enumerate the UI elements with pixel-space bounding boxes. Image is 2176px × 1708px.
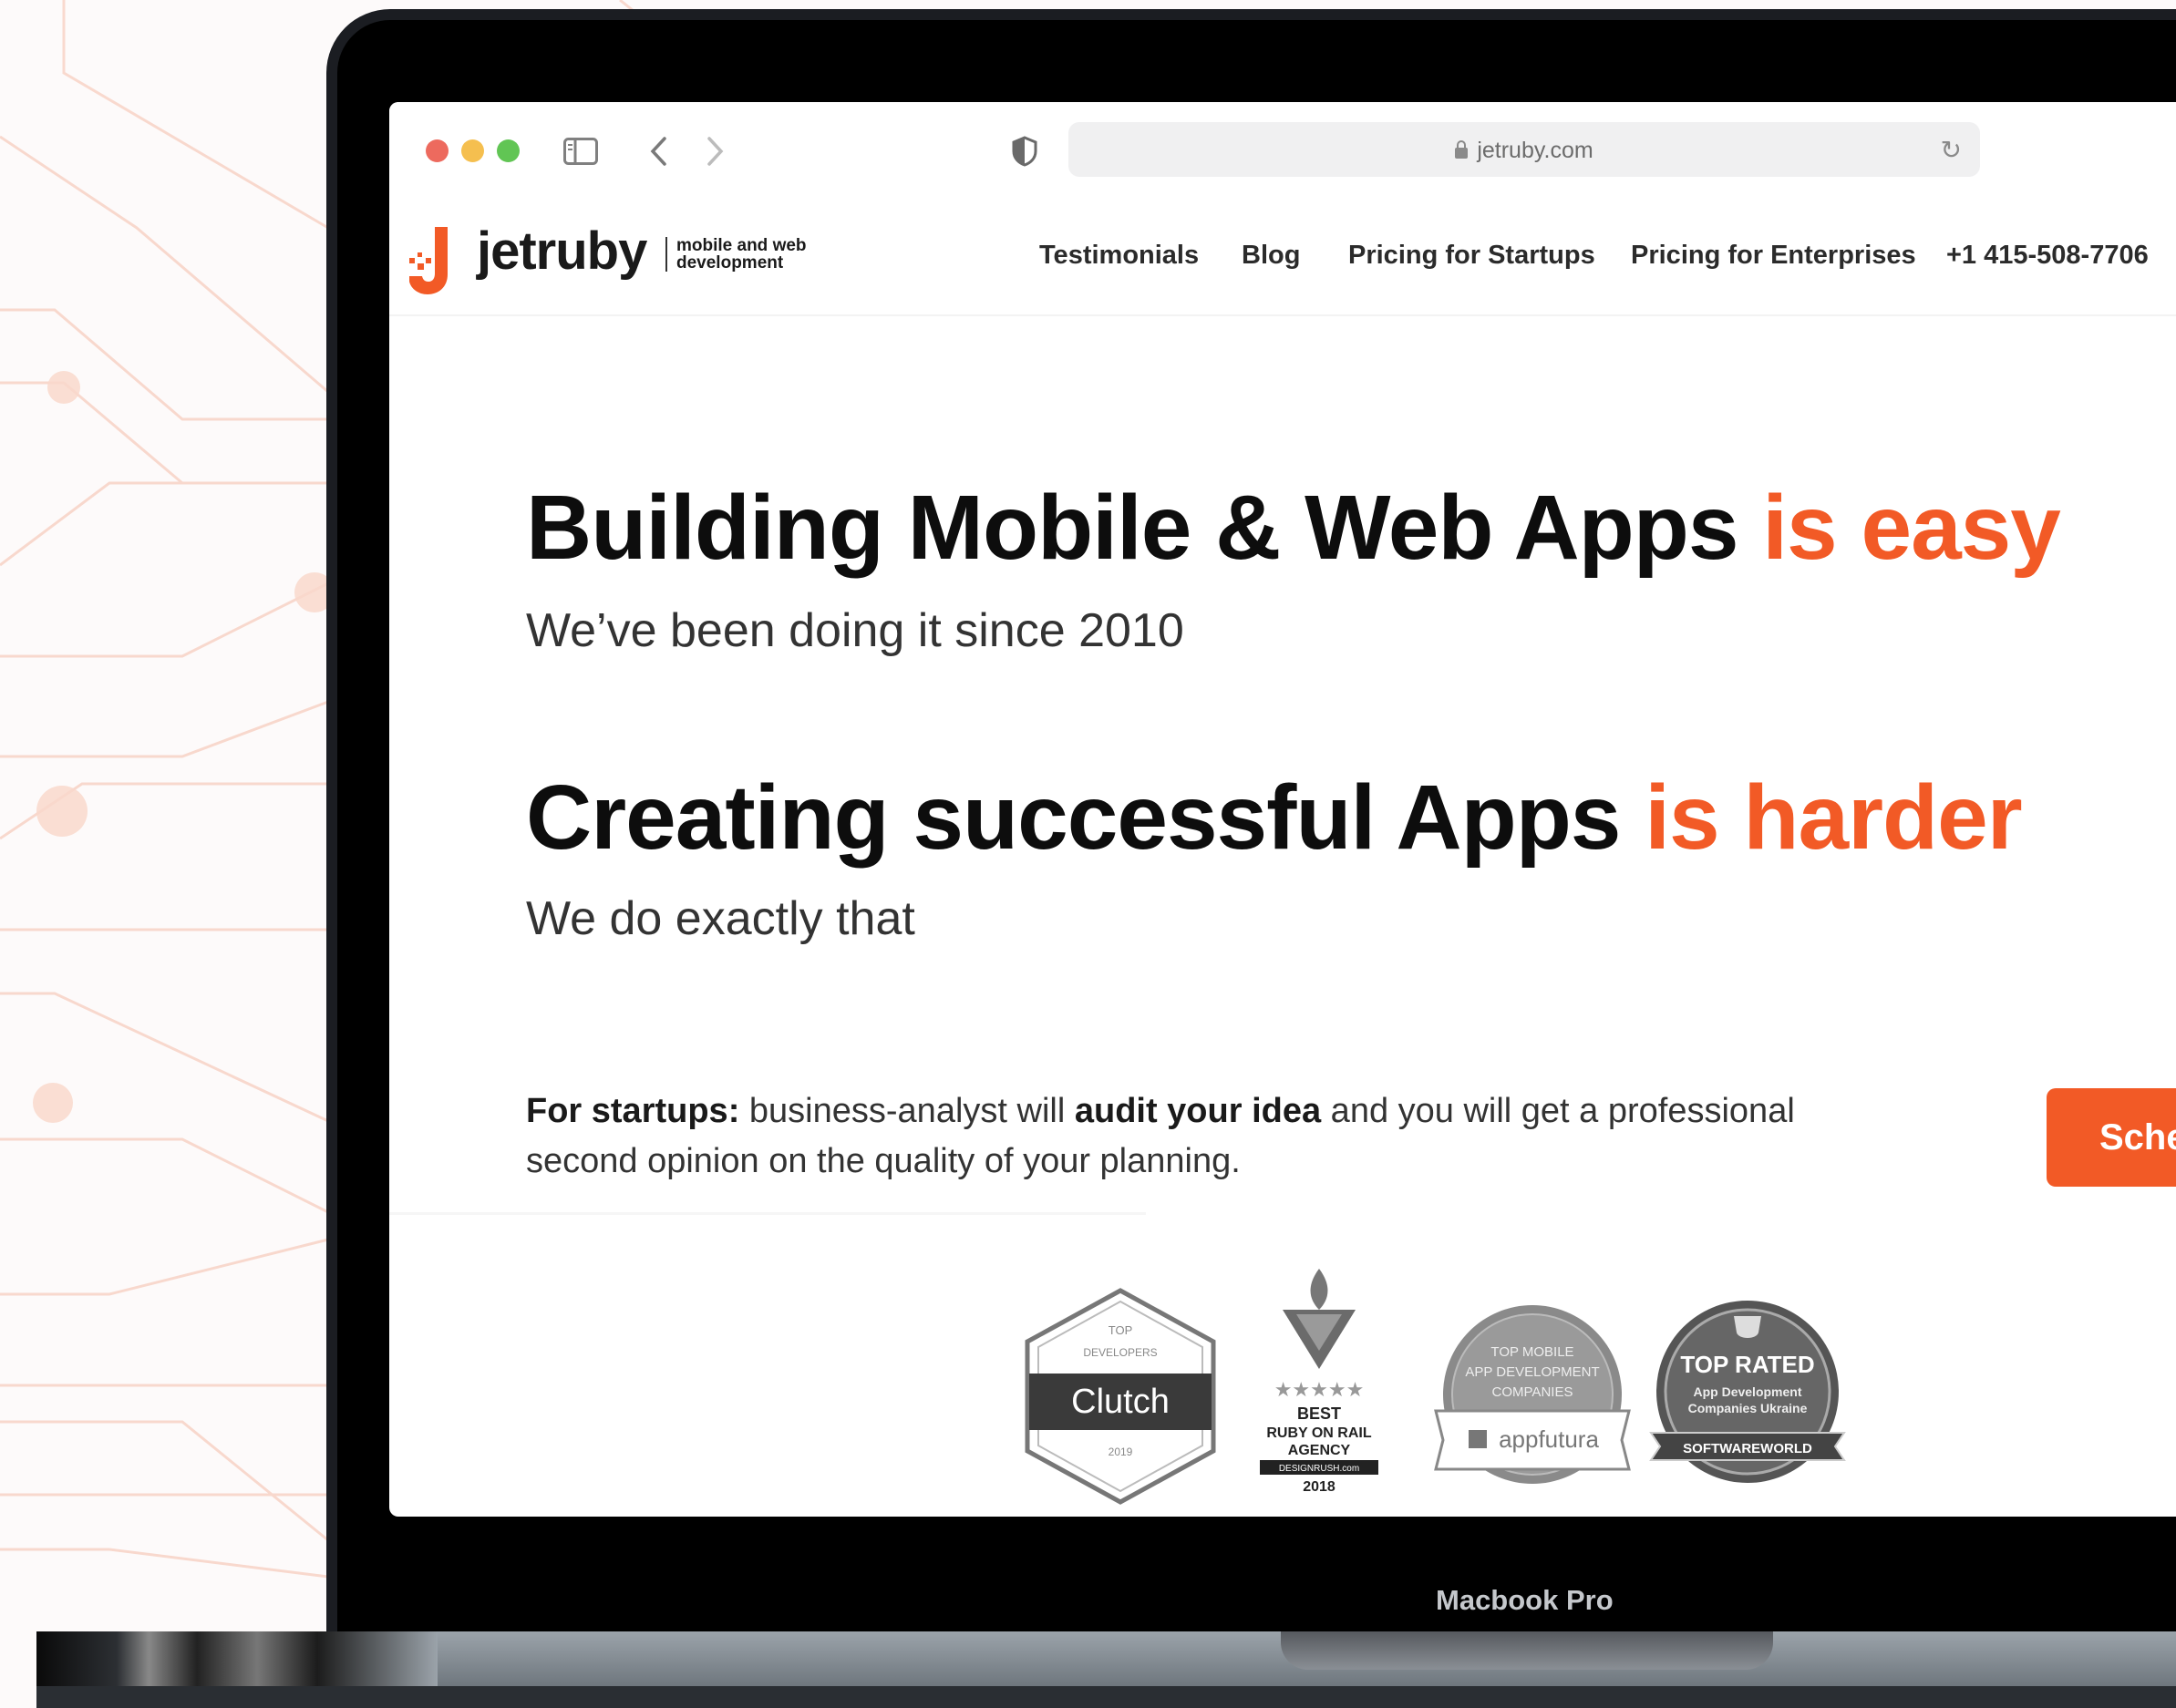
svg-text:TOP RATED: TOP RATED <box>1680 1351 1814 1378</box>
svg-text:Clutch: Clutch <box>1071 1383 1170 1421</box>
laptop-base-shadow <box>36 1686 2176 1708</box>
subheadline-since: We’ve been doing it since 2010 <box>526 604 1184 657</box>
sidebar-toggle-icon[interactable] <box>562 131 599 171</box>
softwareworld-badge: TOP RATED App Development Companies Ukra… <box>1649 1301 1846 1483</box>
laptop-base-edge <box>36 1631 438 1686</box>
url-text: jetruby.com <box>1068 138 1980 164</box>
nav-testimonials[interactable]: Testimonials <box>1039 241 1199 271</box>
svg-text:TOP MOBILE: TOP MOBILE <box>1490 1344 1573 1360</box>
zoom-window-button[interactable] <box>497 139 520 162</box>
device-label: Macbook Pro <box>1436 1584 1614 1616</box>
svg-text:RUBY ON RAIL: RUBY ON RAIL <box>1266 1425 1371 1441</box>
jetruby-logo-icon[interactable] <box>407 223 453 296</box>
headline-secondary: Creating successful Apps is harder <box>526 767 2023 869</box>
svg-text:Companies Ukraine: Companies Ukraine <box>1688 1401 1808 1415</box>
headline-primary: Building Mobile & Web Apps is easy <box>526 477 2061 579</box>
nav-phone-link[interactable]: +1 415-508-7706 <box>1946 241 2149 271</box>
svg-text:TOP: TOP <box>1109 1323 1133 1337</box>
schedule-call-button[interactable]: Sche <box>2047 1088 2176 1187</box>
svg-text:2018: 2018 <box>1303 1479 1336 1495</box>
startup-description: For startups: business-analyst will audi… <box>526 1092 1795 1180</box>
svg-text:DESIGNRUSH.com: DESIGNRUSH.com <box>1279 1464 1359 1474</box>
svg-text:APP DEVELOPMENT: APP DEVELOPMENT <box>1465 1364 1599 1380</box>
browser-toolbar: jetruby.com ↻ <box>389 102 2176 201</box>
brand-name[interactable]: jetruby <box>477 221 647 282</box>
address-bar[interactable]: jetruby.com ↻ <box>1068 122 1980 177</box>
svg-text:2019: 2019 <box>1109 1446 1133 1458</box>
section-divider <box>389 1212 1146 1215</box>
back-arrow-icon[interactable] <box>645 131 672 171</box>
designrush-badge: ★★★★★ BEST RUBY ON RAIL AGENCY DESIGNRUS… <box>1260 1269 1378 1495</box>
nav-pricing-enterprises[interactable]: Pricing for Enterprises <box>1631 241 1916 271</box>
minimize-window-button[interactable] <box>461 139 484 162</box>
lock-icon <box>1455 140 1469 159</box>
svg-text:App Development: App Development <box>1693 1384 1801 1399</box>
reload-icon[interactable]: ↻ <box>1941 135 1962 165</box>
subheadline-exactly: We do exactly that <box>526 892 915 945</box>
svg-text:SOFTWAREWORLD: SOFTWAREWORLD <box>1683 1441 1812 1456</box>
svg-text:★★★★★: ★★★★★ <box>1274 1379 1365 1402</box>
forward-arrow-icon[interactable] <box>702 131 729 171</box>
laptop-opening-notch <box>1281 1631 1773 1670</box>
privacy-shield-icon[interactable] <box>1009 131 1040 171</box>
nav-pricing-startups[interactable]: Pricing for Startups <box>1348 241 1595 271</box>
close-window-button[interactable] <box>426 139 449 162</box>
svg-text:COMPANIES: COMPANIES <box>1492 1384 1573 1400</box>
svg-text:AGENCY: AGENCY <box>1288 1443 1351 1458</box>
appfutura-badge: TOP MOBILE APP DEVELOPMENT COMPANIES app… <box>1434 1305 1631 1484</box>
svg-text:appfutura: appfutura <box>1499 1425 1599 1453</box>
browser-window: jetruby.com ↻ jetruby mobile and web deve… <box>389 102 2176 1517</box>
clutch-badge: TOP DEVELOPERS Clutch 2019 <box>1025 1288 1216 1505</box>
svg-text:DEVELOPERS: DEVELOPERS <box>1083 1346 1157 1359</box>
svg-text:BEST: BEST <box>1297 1404 1341 1423</box>
brand-tagline: mobile and web development <box>665 237 807 272</box>
nav-blog[interactable]: Blog <box>1242 241 1300 271</box>
